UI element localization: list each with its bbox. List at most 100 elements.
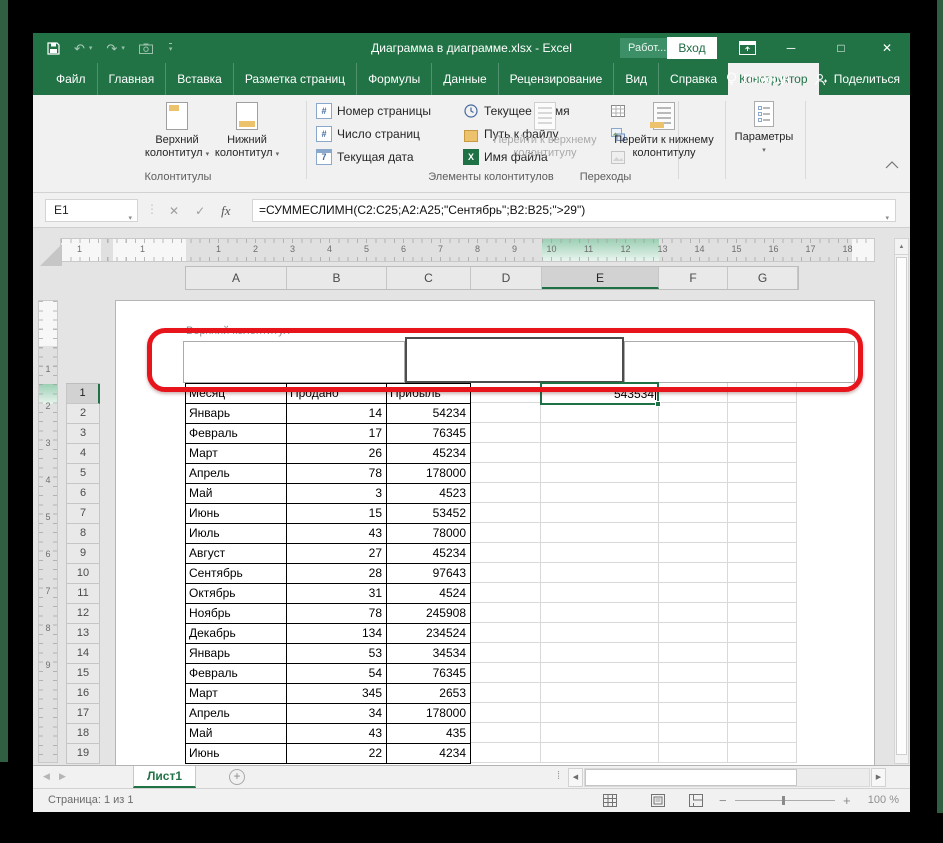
sold-cell[interactable]: 22: [287, 744, 387, 764]
ribbon-tab[interactable]: Формулы: [356, 63, 431, 95]
sold-cell[interactable]: 17: [287, 424, 387, 444]
row-header[interactable]: 1: [66, 384, 100, 404]
scroll-up-icon[interactable]: ▲: [895, 239, 908, 255]
column-header[interactable]: F: [659, 267, 728, 289]
prev-sheet-icon[interactable]: ◀: [43, 771, 50, 782]
row-header[interactable]: 6: [66, 484, 100, 504]
row-header[interactable]: 15: [66, 664, 100, 684]
column-header[interactable]: G: [728, 267, 798, 289]
close-button[interactable]: ✕: [871, 33, 903, 63]
ribbon-tab[interactable]: Вставка: [165, 63, 233, 95]
zoom-level[interactable]: 100 %: [857, 789, 899, 812]
page-number-button[interactable]: # Номер страницы: [316, 101, 431, 121]
table-header-cell[interactable]: Продано: [287, 384, 387, 404]
month-cell[interactable]: Февраль: [186, 424, 287, 444]
profit-cell[interactable]: 53452: [387, 504, 471, 524]
column-header[interactable]: C: [387, 267, 471, 289]
month-cell[interactable]: Июнь: [186, 744, 287, 764]
sheet-tab-list1[interactable]: Лист1: [133, 766, 197, 788]
sold-cell[interactable]: 14: [287, 404, 387, 424]
month-cell[interactable]: Апрель: [186, 704, 287, 724]
name-box[interactable]: E1 ▾: [45, 199, 138, 222]
maximize-button[interactable]: □: [825, 33, 857, 63]
header-left-section[interactable]: [183, 341, 405, 383]
vertical-scrollbar-thumb[interactable]: [896, 257, 907, 755]
month-cell[interactable]: Январь: [186, 404, 287, 424]
month-cell[interactable]: Ноябрь: [186, 604, 287, 624]
table-header-cell[interactable]: Месяц: [186, 384, 287, 404]
row-header[interactable]: 5: [66, 464, 100, 484]
zoom-in-icon[interactable]: +: [843, 789, 851, 812]
month-cell[interactable]: Май: [186, 724, 287, 744]
zoom-slider[interactable]: [735, 796, 835, 805]
month-cell[interactable]: Февраль: [186, 664, 287, 684]
sold-cell[interactable]: 31: [287, 584, 387, 604]
sold-cell[interactable]: 15: [287, 504, 387, 524]
sold-cell[interactable]: 26: [287, 444, 387, 464]
ribbon-tab[interactable]: Вид: [613, 63, 658, 95]
column-header[interactable]: D: [471, 267, 542, 289]
profit-cell[interactable]: 34534: [387, 644, 471, 664]
column-header[interactable]: E: [542, 267, 659, 289]
month-cell[interactable]: Сентябрь: [186, 564, 287, 584]
active-cell-e1[interactable]: 543534: [540, 382, 661, 407]
row-header[interactable]: 9: [66, 544, 100, 564]
profit-cell[interactable]: 76345: [387, 664, 471, 684]
help-bulb-icon[interactable]: [726, 72, 737, 86]
sign-in-button[interactable]: Вход: [667, 37, 717, 59]
scroll-right-icon[interactable]: ▶: [871, 768, 886, 787]
zoom-slider-thumb[interactable]: [782, 796, 785, 805]
month-cell[interactable]: Октябрь: [186, 584, 287, 604]
profit-cell[interactable]: 4524: [387, 584, 471, 604]
row-header[interactable]: 3: [66, 424, 100, 444]
page-break-view-icon[interactable]: [689, 794, 703, 807]
sold-cell[interactable]: 78: [287, 604, 387, 624]
ribbon-tab[interactable]: Справка: [658, 63, 728, 95]
sold-cell[interactable]: 43: [287, 524, 387, 544]
scroll-left-icon[interactable]: ◀: [568, 768, 583, 787]
current-date-button[interactable]: 7 Текущая дата: [316, 147, 431, 167]
options-button[interactable]: Параметры ▾: [733, 99, 795, 157]
ribbon-tab[interactable]: Данные: [431, 63, 497, 95]
expand-formula-bar-icon[interactable]: ▾: [885, 208, 889, 229]
page-layout-view-icon[interactable]: [651, 794, 665, 807]
horizontal-scrollbar[interactable]: [584, 768, 870, 787]
ribbon-tab[interactable]: Разметка страниц: [232, 63, 356, 95]
month-cell[interactable]: Январь: [186, 644, 287, 664]
profit-cell[interactable]: 178000: [387, 464, 471, 484]
formula-bar-drag-handle[interactable]: ⋮: [146, 202, 158, 216]
sold-cell[interactable]: 27: [287, 544, 387, 564]
table-header-cell[interactable]: Прибыль: [387, 384, 471, 404]
row-header[interactable]: 19: [66, 744, 100, 764]
sold-cell[interactable]: 3: [287, 484, 387, 504]
month-cell[interactable]: Апрель: [186, 464, 287, 484]
ribbon-tab[interactable]: Рецензирование: [497, 63, 614, 95]
row-header[interactable]: 4: [66, 444, 100, 464]
sold-cell[interactable]: 78: [287, 464, 387, 484]
month-cell[interactable]: Март: [186, 684, 287, 704]
share-person-icon[interactable]: [814, 73, 828, 86]
select-all-corner[interactable]: [40, 244, 62, 266]
column-header[interactable]: B: [287, 267, 387, 289]
sold-cell[interactable]: 28: [287, 564, 387, 584]
sold-cell[interactable]: 54: [287, 664, 387, 684]
profit-cell[interactable]: 4523: [387, 484, 471, 504]
profit-cell[interactable]: 45234: [387, 444, 471, 464]
insert-function-icon[interactable]: fx: [221, 203, 230, 219]
sold-cell[interactable]: 134: [287, 624, 387, 644]
sold-cell[interactable]: 53: [287, 644, 387, 664]
scrollbar-drag-dots[interactable]: ⁞: [557, 770, 560, 782]
next-sheet-icon[interactable]: ▶: [59, 771, 66, 782]
add-sheet-button[interactable]: +: [229, 769, 245, 785]
name-box-dropdown-icon[interactable]: ▾: [128, 208, 132, 229]
profit-cell[interactable]: 54234: [387, 404, 471, 424]
row-header[interactable]: 8: [66, 524, 100, 544]
profit-cell[interactable]: 45234: [387, 544, 471, 564]
profit-cell[interactable]: 435: [387, 724, 471, 744]
cancel-formula-icon[interactable]: ✕: [169, 204, 179, 218]
column-header[interactable]: A: [186, 267, 287, 289]
goto-footer-button[interactable]: Перейти к нижнему колонтитулу: [605, 99, 723, 160]
row-header[interactable]: 11: [66, 584, 100, 604]
profit-cell[interactable]: 245908: [387, 604, 471, 624]
profit-cell[interactable]: 234524: [387, 624, 471, 644]
